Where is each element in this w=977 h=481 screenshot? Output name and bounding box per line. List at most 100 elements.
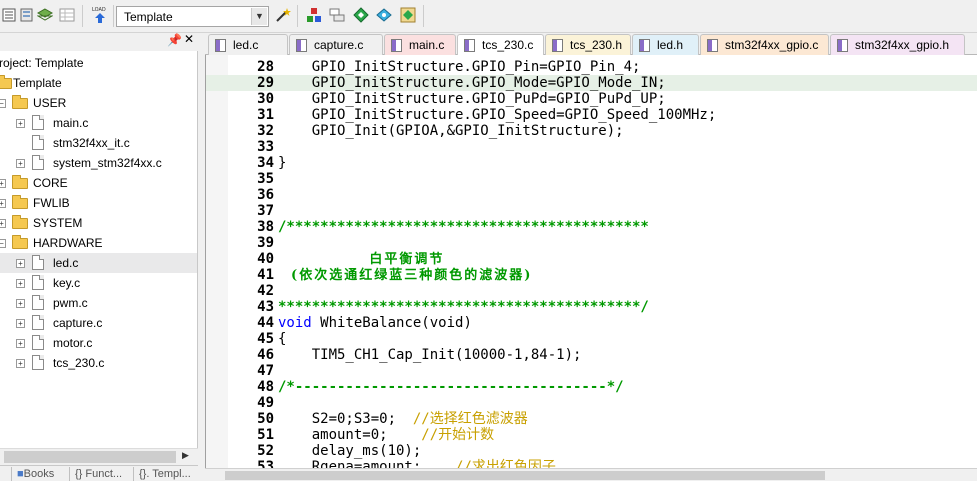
code-line[interactable]: 50 S2=0;S3=0; //选择红色滤波器: [206, 411, 977, 427]
group-system[interactable]: + SYSTEM: [0, 213, 197, 233]
tab-books-label: Books: [23, 468, 55, 480]
code-line[interactable]: 33: [206, 139, 977, 155]
file-tabs: led.c capture.c main.c tcs_230.c tcs_230…: [205, 33, 977, 56]
layers-icon[interactable]: [37, 7, 53, 23]
tab-tcs-230-h[interactable]: tcs_230.h: [545, 34, 631, 55]
code-line[interactable]: 49: [206, 395, 977, 411]
target-select[interactable]: Template ▼: [116, 6, 269, 27]
file-capture-c[interactable]: + capture.c: [0, 313, 197, 333]
code-line[interactable]: 43 **************************************…: [206, 299, 977, 315]
project-root-row[interactable]: roject: Template: [0, 53, 197, 73]
scroll-right-icon[interactable]: ▶: [182, 450, 189, 461]
tab-led-h[interactable]: led.h: [632, 34, 699, 55]
code-line[interactable]: 35: [206, 171, 977, 187]
tab-led-c[interactable]: led.c: [208, 34, 288, 55]
code-line[interactable]: 28 GPIO_InitStructure.GPIO_Pin=GPIO_Pin_…: [206, 59, 977, 75]
pack-installer-icon[interactable]: [329, 7, 345, 23]
magic-wand-icon[interactable]: [275, 7, 291, 23]
code-text: ****************************************…: [278, 299, 649, 315]
pane-splitter[interactable]: [198, 33, 205, 481]
file-system-stm32f4xx-c[interactable]: + system_stm32f4xx.c: [0, 153, 197, 173]
tab-templates[interactable]: {}. Templ...: [136, 467, 200, 481]
tab-label: main.c: [409, 38, 445, 52]
expand-icon[interactable]: +: [16, 299, 25, 308]
collapse-icon[interactable]: −: [0, 99, 6, 108]
file-tcs-230-c[interactable]: + tcs_230.c: [0, 353, 197, 373]
code-line[interactable]: 52 delay_ms(10);: [206, 443, 977, 459]
code-line[interactable]: 45{: [206, 331, 977, 347]
code-line[interactable]: 47: [206, 363, 977, 379]
code-line[interactable]: 31 GPIO_InitStructure.GPIO_Speed=GPIO_Sp…: [206, 107, 977, 123]
target-row[interactable]: Template: [0, 73, 197, 93]
file-stm32f4xx-it-c[interactable]: stm32f4xx_it.c: [0, 133, 197, 153]
folder-icon: [0, 75, 12, 89]
load-icon[interactable]: LOAD: [91, 5, 109, 25]
file-label: system_stm32f4xx.c: [53, 156, 162, 170]
collapse-icon[interactable]: −: [0, 239, 6, 248]
file-led-c[interactable]: + led.c: [0, 253, 197, 273]
line-number: 44: [257, 315, 274, 331]
code-text: TIM5_CH1_Cap_Init(10000-1,84-1);: [278, 347, 582, 363]
expand-icon[interactable]: +: [0, 219, 6, 228]
expand-icon[interactable]: +: [16, 159, 25, 168]
group-core[interactable]: + CORE: [0, 173, 197, 193]
tab-functions[interactable]: {} Funct...: [72, 467, 134, 481]
tab-stm32f4xx-gpio-h[interactable]: stm32f4xx_gpio.h: [830, 34, 965, 55]
group-hardware[interactable]: − HARDWARE: [0, 233, 197, 253]
code-line[interactable]: 36: [206, 187, 977, 203]
tab-books[interactable]: ■Books: [14, 467, 70, 481]
c-file-icon: [464, 39, 475, 52]
group-user[interactable]: − USER: [0, 93, 197, 113]
tab-stm32f4xx-gpio-c[interactable]: stm32f4xx_gpio.c: [700, 34, 829, 55]
chevron-down-icon[interactable]: ▼: [251, 8, 267, 25]
editor-horizontal-scrollbar[interactable]: [205, 468, 977, 481]
code-line[interactable]: 40 白平衡调节: [206, 251, 977, 267]
tab-main-c[interactable]: main.c: [384, 34, 456, 55]
close-icon[interactable]: ✕: [184, 32, 194, 46]
code-line[interactable]: 51 amount=0; //开始计数: [206, 427, 977, 443]
line-number: 47: [257, 363, 274, 379]
run-icon[interactable]: [400, 7, 416, 23]
code-line[interactable]: 30 GPIO_InitStructure.GPIO_PuPd=GPIO_PuP…: [206, 91, 977, 107]
select-device-icon[interactable]: [353, 7, 369, 23]
tab-tcs-230-c[interactable]: tcs_230.c: [457, 34, 544, 56]
code-line[interactable]: 34}: [206, 155, 977, 171]
expand-icon[interactable]: +: [16, 319, 25, 328]
tab-project[interactable]: [2, 467, 12, 481]
expand-icon[interactable]: +: [16, 339, 25, 348]
expand-icon[interactable]: +: [16, 259, 25, 268]
tab-capture-c[interactable]: capture.c: [289, 34, 383, 55]
code-line[interactable]: 46 TIM5_CH1_Cap_Init(10000-1,84-1);: [206, 347, 977, 363]
code-line[interactable]: 41 (依次选通红绿蓝三种颜色的滤波器): [206, 267, 977, 283]
code-line[interactable]: 37: [206, 203, 977, 219]
file-key-c[interactable]: + key.c: [0, 273, 197, 293]
file-pwm-c[interactable]: + pwm.c: [0, 293, 197, 313]
code-line[interactable]: 42: [206, 283, 977, 299]
scroll-thumb[interactable]: [4, 451, 176, 463]
group-fwlib[interactable]: + FWLIB: [0, 193, 197, 213]
options-icon[interactable]: [376, 7, 392, 23]
expand-icon[interactable]: +: [16, 359, 25, 368]
code-line[interactable]: 29 GPIO_InitStructure.GPIO_Mode=GPIO_Mod…: [206, 75, 977, 91]
code-line[interactable]: 44 void WhiteBalance(void): [206, 315, 977, 331]
expand-icon[interactable]: +: [0, 179, 6, 188]
scroll-thumb[interactable]: [225, 471, 825, 480]
pin-icon[interactable]: 📌: [167, 33, 182, 47]
file-motor-c[interactable]: + motor.c: [0, 333, 197, 353]
grid-icon[interactable]: [59, 7, 75, 23]
code-line[interactable]: 38/*************************************…: [206, 219, 977, 235]
batch-icon[interactable]: [19, 7, 35, 23]
code-line[interactable]: 53 Rgena=amount; //求出红色因子: [206, 459, 977, 468]
expand-icon[interactable]: +: [16, 119, 25, 128]
code-line[interactable]: 32 GPIO_Init(GPIOA,&GPIO_InitStructure);: [206, 123, 977, 139]
expand-icon[interactable]: +: [0, 199, 6, 208]
file-main-c[interactable]: + main.c: [0, 113, 197, 133]
code-line[interactable]: 48/*------------------------------------…: [206, 379, 977, 395]
folder-icon: [12, 95, 28, 109]
manage-components-icon[interactable]: [306, 7, 322, 23]
expand-icon[interactable]: +: [16, 279, 25, 288]
code-line[interactable]: 39: [206, 235, 977, 251]
code-editor[interactable]: 28 GPIO_InitStructure.GPIO_Pin=GPIO_Pin_…: [205, 55, 977, 468]
project-horizontal-scrollbar[interactable]: ▶: [0, 448, 198, 465]
project-icon[interactable]: [2, 7, 18, 23]
